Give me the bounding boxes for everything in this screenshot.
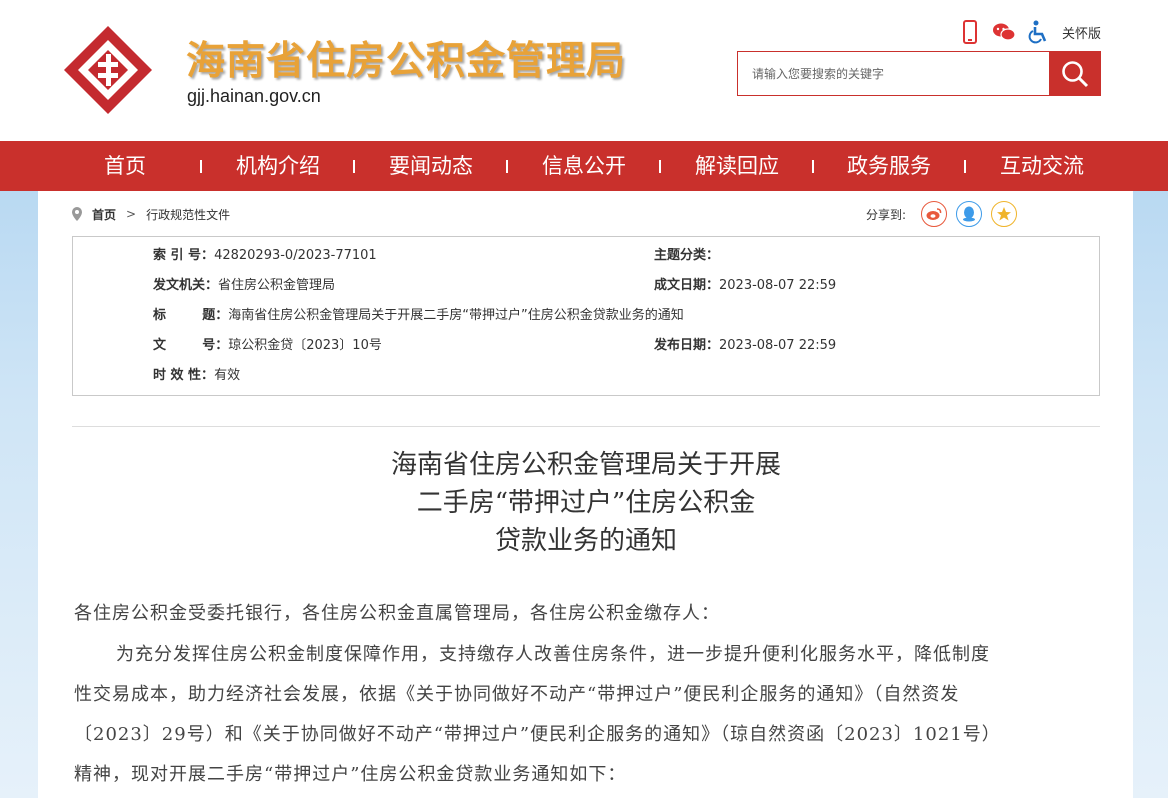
info-title: 标 题：海南省住房公积金管理局关于开展二手房“带押过户”住房公积金贷款业务的通知: [153, 306, 684, 326]
breadcrumb: 首页 > 行政规范性文件: [72, 204, 230, 224]
document-info-box: 索 引 号：42820293-0/2023-77101 主题分类： 发文机关：省…: [72, 236, 1100, 396]
search-box: [737, 51, 1101, 96]
article-greeting: 各住房公积金受委托银行，各住房公积金直属管理局，各住房公积金缴存人：: [74, 603, 720, 624]
accessibility-icon[interactable]: [1026, 19, 1050, 45]
info-index: 索 引 号：42820293-0/2023-77101: [153, 246, 377, 266]
main-nav: 首页 机构介绍 要闻动态 信息公开 解读回应 政务服务 互动交流: [0, 141, 1168, 191]
nav-item-interpretation[interactable]: 解读回应: [689, 141, 785, 191]
info-published-label: 发布日期：: [654, 338, 720, 353]
search-icon: [1061, 60, 1088, 87]
qzone-icon[interactable]: [991, 201, 1018, 227]
site-header: 海南省住房公积金管理局 gjj.hainan.gov.cn 关怀版: [0, 0, 1168, 141]
article-title: 海南省住房公积金管理局关于开展 二手房“带押过户”住房公积金 贷款业务的通知: [286, 446, 886, 560]
site-domain: gjj.hainan.gov.cn: [187, 86, 321, 106]
nav-separator: [812, 160, 814, 173]
nav-separator: [353, 160, 355, 173]
breadcrumb-current[interactable]: 行政规范性文件: [146, 206, 230, 223]
nav-item-about[interactable]: 机构介绍: [230, 141, 326, 191]
mobile-icon[interactable]: [958, 19, 982, 45]
info-validity-value: 有效: [214, 368, 241, 383]
nav-item-news[interactable]: 要闻动态: [383, 141, 479, 191]
info-title-label: 标 题：: [153, 308, 229, 323]
info-docno-label: 文 号：: [153, 338, 229, 353]
info-docno: 文 号：琼公积金贷〔2023〕10号: [153, 336, 382, 356]
article-title-line: 海南省住房公积金管理局关于开展: [390, 450, 781, 480]
section-divider: [72, 426, 1100, 427]
nav-item-services[interactable]: 政务服务: [841, 141, 937, 191]
info-validity: 时 效 性：有效: [153, 366, 240, 386]
site-title[interactable]: 海南省住房公积金管理局: [186, 30, 626, 86]
info-index-label: 索 引 号：: [153, 248, 215, 263]
info-written-label: 成文日期：: [654, 278, 720, 293]
info-published-value: 2023-08-07 22:59: [719, 338, 837, 353]
share-label: 分享到:: [866, 207, 907, 222]
location-pin-icon: [72, 207, 82, 221]
info-published-date: 发布日期：2023-08-07 22:59: [654, 336, 836, 356]
nav-separator: [200, 160, 202, 173]
info-written-date: 成文日期：2023-08-07 22:59: [654, 276, 836, 296]
qq-icon[interactable]: [956, 201, 983, 227]
logo-icon[interactable]: [62, 24, 154, 116]
nav-item-disclosure[interactable]: 信息公开: [536, 141, 632, 191]
care-mode-link[interactable]: 关怀版: [1062, 23, 1101, 42]
info-written-value: 2023-08-07 22:59: [719, 278, 837, 293]
breadcrumb-home[interactable]: 首页: [92, 206, 116, 223]
article-paragraph-line: 精神，现对开展二手房“带押过户”住房公积金贷款业务通知如下：: [74, 764, 627, 785]
info-issuer: 发文机关：省住房公积金管理局: [153, 276, 335, 296]
article-paragraph-line: 性交易成本，助力经济社会发展，依据《关于协同做好不动产“带押过户”便民利企服务的…: [74, 684, 960, 705]
share-bar: 分享到:: [866, 200, 1018, 228]
weibo-icon[interactable]: [921, 201, 948, 227]
info-issuer-label: 发文机关：: [153, 278, 219, 293]
info-title-value: 海南省住房公积金管理局关于开展二手房“带押过户”住房公积金贷款业务的通知: [228, 308, 684, 323]
search-input[interactable]: [738, 52, 1049, 95]
info-docno-value: 琼公积金贷〔2023〕10号: [228, 338, 382, 353]
info-topic-label: 主题分类：: [654, 248, 720, 263]
nav-separator: [506, 160, 508, 173]
article-title-line: 贷款业务的通知: [494, 526, 677, 556]
info-issuer-value: 省住房公积金管理局: [218, 278, 336, 293]
nav-item-interaction[interactable]: 互动交流: [994, 141, 1090, 191]
nav-separator: [659, 160, 661, 173]
article-paragraph-line: 〔2023〕29号）和《关于协同做好不动产“带押过户”便民利企服务的通知》（琼自…: [74, 724, 1001, 745]
nav-item-home[interactable]: 首页: [88, 141, 162, 191]
top-tools: 关怀版: [958, 18, 1101, 46]
article-title-line: 二手房“带押过户”住房公积金: [416, 488, 756, 518]
wechat-icon[interactable]: [992, 19, 1016, 45]
search-button[interactable]: [1049, 52, 1100, 95]
breadcrumb-separator: >: [126, 207, 137, 221]
info-topic: 主题分类：: [654, 246, 719, 266]
nav-separator: [964, 160, 966, 173]
article-paragraph-line: 为充分发挥住房公积金制度保障作用，支持缴存人改善住房条件，进一步提升便利化服务水…: [116, 644, 990, 665]
info-index-value: 42820293-0/2023-77101: [214, 248, 377, 263]
info-validity-label: 时 效 性：: [153, 368, 215, 383]
